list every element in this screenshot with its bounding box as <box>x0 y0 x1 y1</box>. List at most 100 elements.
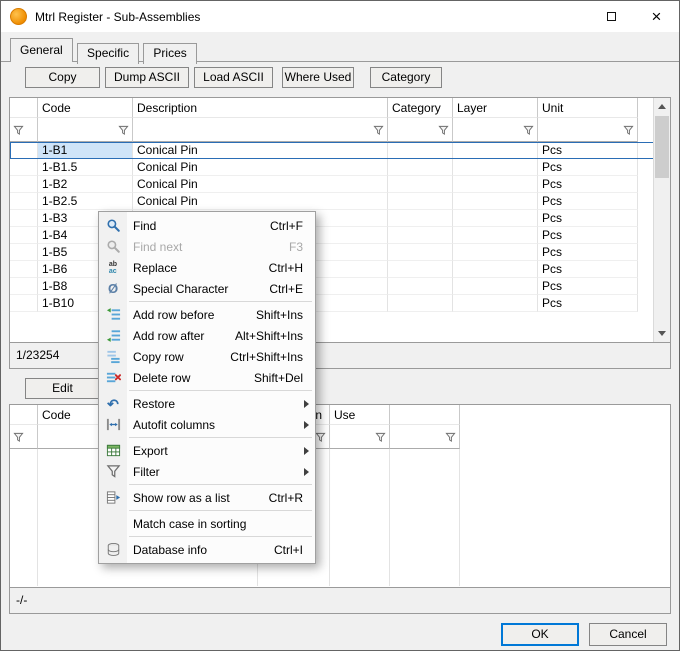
menu-item-autofit-columns[interactable]: Autofit columns <box>99 414 315 435</box>
menu-item-show-row-as-list[interactable]: Show row as a list Ctrl+R <box>99 487 315 508</box>
menu-item-match-case-in-sorting[interactable]: Match case in sorting <box>99 513 315 534</box>
cell-layer[interactable] <box>453 261 538 278</box>
cell-layer[interactable] <box>453 210 538 227</box>
table-row[interactable]: 1-B1.5 Conical Pin Pcs <box>10 159 670 176</box>
menu-item-replace[interactable]: abac Replace Ctrl+H <box>99 257 315 278</box>
arrow-down-icon <box>658 331 666 336</box>
cell-unit[interactable]: Pcs <box>538 244 638 261</box>
filter-funnel-icon[interactable] <box>623 125 634 136</box>
column-header-description[interactable]: Description <box>133 98 388 118</box>
menu-item-add-row-before[interactable]: Add row before Shift+Ins <box>99 304 315 325</box>
cell-unit[interactable]: Pcs <box>538 227 638 244</box>
column-header-code[interactable]: Code <box>38 98 133 118</box>
cell-category[interactable] <box>388 261 453 278</box>
scroll-up-button[interactable] <box>654 98 670 115</box>
copy-button[interactable]: Copy <box>25 67 100 88</box>
cell-category[interactable] <box>388 210 453 227</box>
cell-unit[interactable]: Pcs <box>538 210 638 227</box>
filter-funnel-icon[interactable] <box>373 125 384 136</box>
tab-specific[interactable]: Specific <box>77 43 139 64</box>
row-header-cell[interactable] <box>10 261 38 278</box>
cell-code[interactable]: 1-B1 <box>38 142 133 159</box>
row-header-cell[interactable] <box>10 227 38 244</box>
column-header-category[interactable]: Category <box>388 98 453 118</box>
menu-item-export[interactable]: Export <box>99 440 315 461</box>
cell-unit[interactable]: Pcs <box>538 193 638 210</box>
cell-category[interactable] <box>388 244 453 261</box>
column-header-unit[interactable]: Unit <box>538 98 638 118</box>
cell-category[interactable] <box>388 142 453 159</box>
filter-funnel-icon[interactable] <box>13 125 24 136</box>
cell-description[interactable]: Conical Pin <box>133 176 388 193</box>
cell-category[interactable] <box>388 278 453 295</box>
menu-item-database-info[interactable]: Database info Ctrl+I <box>99 539 315 560</box>
row-header-cell[interactable] <box>10 278 38 295</box>
cell-category[interactable] <box>388 295 453 312</box>
menu-item-delete-row[interactable]: Delete row Shift+Del <box>99 367 315 388</box>
cell-unit[interactable]: Pcs <box>538 176 638 193</box>
row-header-cell[interactable] <box>10 176 38 193</box>
column-header-use[interactable]: Use <box>330 405 390 425</box>
vertical-scrollbar[interactable] <box>653 98 670 342</box>
table-row[interactable]: 1-B1 Conical Pin Pcs <box>10 142 670 159</box>
cell-layer[interactable] <box>453 193 538 210</box>
cell-unit[interactable]: Pcs <box>538 278 638 295</box>
menu-item-add-row-after[interactable]: Add row after Alt+Shift+Ins <box>99 325 315 346</box>
filter-funnel-icon[interactable] <box>118 125 129 136</box>
maximize-button[interactable] <box>589 1 634 32</box>
table-row[interactable]: 1-B2 Conical Pin Pcs <box>10 176 670 193</box>
cell-description[interactable]: Conical Pin <box>133 159 388 176</box>
filter-funnel-icon[interactable] <box>523 125 534 136</box>
cell-category[interactable] <box>388 159 453 176</box>
row-header-cell[interactable] <box>10 295 38 312</box>
filter-funnel-icon[interactable] <box>438 125 449 136</box>
menu-item-special-character[interactable]: Ø Special Character Ctrl+E <box>99 278 315 299</box>
cell-category[interactable] <box>388 176 453 193</box>
row-header-cell[interactable] <box>10 142 38 159</box>
row-header-cell[interactable] <box>10 210 38 227</box>
cell-layer[interactable] <box>453 159 538 176</box>
row-header-cell[interactable] <box>10 244 38 261</box>
filter-funnel-icon[interactable] <box>315 432 326 443</box>
cancel-button[interactable]: Cancel <box>589 623 667 646</box>
where-used-button[interactable]: Where Used <box>282 67 354 88</box>
cell-description[interactable]: Conical Pin <box>133 193 388 210</box>
cell-code[interactable]: 1-B1.5 <box>38 159 133 176</box>
edit-button[interactable]: Edit <box>25 378 100 399</box>
tab-prices[interactable]: Prices <box>143 43 196 64</box>
cell-code[interactable]: 1-B2.5 <box>38 193 133 210</box>
menu-item-filter[interactable]: Filter <box>99 461 315 482</box>
cell-description[interactable]: Conical Pin <box>133 142 388 159</box>
scrollbar-thumb[interactable] <box>655 116 669 178</box>
close-button[interactable]: × <box>634 1 679 32</box>
table-row[interactable]: 1-B2.5 Conical Pin Pcs <box>10 193 670 210</box>
cell-layer[interactable] <box>453 176 538 193</box>
row-header-cell[interactable] <box>10 159 38 176</box>
cell-layer[interactable] <box>453 295 538 312</box>
cell-unit[interactable]: Pcs <box>538 295 638 312</box>
filter-funnel-icon[interactable] <box>375 432 386 443</box>
tab-general[interactable]: General <box>10 38 73 62</box>
category-button[interactable]: Category <box>370 67 442 88</box>
cell-unit[interactable]: Pcs <box>538 261 638 278</box>
filter-funnel-icon[interactable] <box>445 432 456 443</box>
cell-unit[interactable]: Pcs <box>538 159 638 176</box>
cell-code[interactable]: 1-B2 <box>38 176 133 193</box>
column-header-layer[interactable]: Layer <box>453 98 538 118</box>
menu-item-copy-row[interactable]: Copy row Ctrl+Shift+Ins <box>99 346 315 367</box>
cell-category[interactable] <box>388 227 453 244</box>
load-ascii-button[interactable]: Load ASCII <box>194 67 273 88</box>
cell-layer[interactable] <box>453 278 538 295</box>
cell-layer[interactable] <box>453 142 538 159</box>
dump-ascii-button[interactable]: Dump ASCII <box>105 67 189 88</box>
scroll-down-button[interactable] <box>654 325 670 342</box>
menu-item-find[interactable]: Find Ctrl+F <box>99 215 315 236</box>
row-header-cell[interactable] <box>10 193 38 210</box>
menu-item-restore[interactable]: ↶ Restore <box>99 393 315 414</box>
cell-category[interactable] <box>388 193 453 210</box>
ok-button[interactable]: OK <box>501 623 579 646</box>
cell-layer[interactable] <box>453 244 538 261</box>
cell-unit[interactable]: Pcs <box>538 142 638 159</box>
filter-funnel-icon[interactable] <box>13 432 24 443</box>
cell-layer[interactable] <box>453 227 538 244</box>
